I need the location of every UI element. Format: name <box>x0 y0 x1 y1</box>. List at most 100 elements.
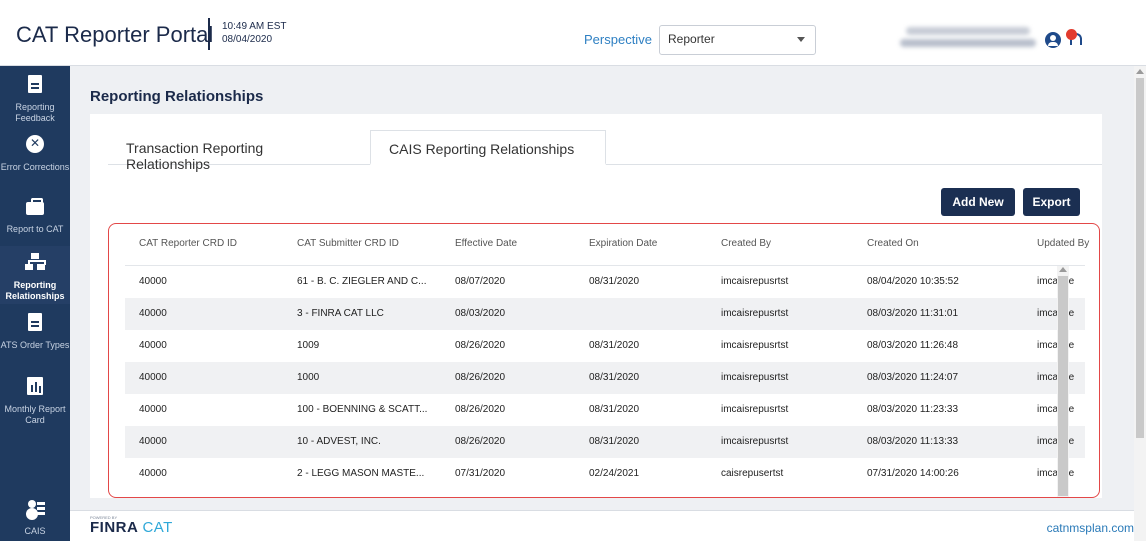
table-row[interactable]: 40000 1009 08/26/2020 08/31/2020 imcaisr… <box>125 330 1085 362</box>
document-icon <box>25 74 45 94</box>
brand-rest: Reporter Portal <box>57 22 214 47</box>
table-cell: 40000 <box>139 372 167 383</box>
column-header[interactable]: CAT Reporter CRD ID <box>139 238 237 249</box>
table-cell: caisrepusertst <box>721 468 784 479</box>
sidebar-item-report-to-cat[interactable]: Report to CAT <box>0 192 70 240</box>
sidebar-item-cais[interactable]: CAIS <box>0 494 70 540</box>
table-cell: 08/03/2020 11:26:48 <box>867 340 959 351</box>
table-row[interactable]: 40000 1000 08/26/2020 08/31/2020 imcaisr… <box>125 362 1085 394</box>
notification-dot <box>1066 29 1077 40</box>
table-cell: 61 - B. C. ZIEGLER AND C... <box>297 276 427 287</box>
finra-cat-logo: POWERED BY FINRA CAT <box>90 515 173 536</box>
table-cell: 40000 <box>139 276 167 287</box>
sidebar-item-label: Reporting Feedback <box>15 102 55 123</box>
users-icon <box>25 498 45 518</box>
clock-time: 10:49 AM EST <box>222 21 287 32</box>
column-header[interactable]: CAT Submitter CRD ID <box>297 238 399 249</box>
column-header[interactable]: Updated By <box>1037 238 1089 249</box>
table-cell: 07/31/2020 14:00:26 <box>867 468 959 479</box>
table-cell: 08/31/2020 <box>589 404 640 415</box>
table-cell: 07/31/2020 <box>455 468 506 479</box>
perspective-select[interactable]: Reporter <box>659 25 816 55</box>
bell-icon[interactable] <box>1066 29 1086 49</box>
export-button[interactable]: Export <box>1023 188 1080 216</box>
sidebar-item-label: CAIS <box>24 526 46 536</box>
table-row[interactable]: 40000 100 - BOENNING & SCATT... 08/26/20… <box>125 394 1085 426</box>
sidebar-item-label: ATS Order Types <box>0 340 70 350</box>
table-cell: 08/26/2020 <box>455 340 506 351</box>
table-row[interactable]: 40000 2 - LEGG MASON MASTE... 07/31/2020… <box>125 458 1085 490</box>
sidebar-item-label: Monthly Report Card <box>4 404 66 425</box>
table-row[interactable]: 40000 61 - B. C. ZIEGLER AND C... 08/07/… <box>125 266 1085 298</box>
table-cell: 40000 <box>139 468 167 479</box>
table-cell: 08/26/2020 <box>455 404 506 415</box>
table-cell: imcaisrepusrtst <box>721 436 789 447</box>
page-scrollbar-thumb[interactable] <box>1136 78 1144 438</box>
table-cell: imcaisrepusrtst <box>721 372 789 383</box>
table-scrollbar-thumb[interactable] <box>1058 276 1068 496</box>
app-header: CAT Reporter Portal 10:49 AM EST 08/04/2… <box>0 0 1146 66</box>
table-cell: 08/03/2020 11:23:33 <box>867 404 959 415</box>
logo-cat: CAT <box>142 519 173 536</box>
content-card: Transaction Reporting Relationships CAIS… <box>90 114 1102 498</box>
table-cell: 3 - FINRA CAT LLC <box>297 308 384 319</box>
perspective-value: Reporter <box>668 32 715 46</box>
table-cell: imcaisrepusrtst <box>721 404 789 415</box>
tab-transaction-reporting-relationships[interactable]: Transaction Reporting Relationships <box>108 130 368 172</box>
user-info-redacted <box>900 25 1036 51</box>
table-row[interactable]: 40000 3 - FINRA CAT LLC 08/03/2020 imcai… <box>125 298 1085 330</box>
table-cell: 08/31/2020 <box>589 340 640 351</box>
footer: POWERED BY FINRA CAT catnmsplan.com <box>70 510 1134 541</box>
table-row[interactable]: 40000 10 - ADVEST, INC. 08/26/2020 08/31… <box>125 426 1085 458</box>
document-icon <box>25 312 45 332</box>
x-circle-icon <box>25 134 45 154</box>
table-cell: 40000 <box>139 340 167 351</box>
table-cell: 08/03/2020 11:24:07 <box>867 372 959 383</box>
chevron-down-icon <box>797 37 805 42</box>
page-title: Reporting Relationships <box>90 88 264 105</box>
tab-cais-reporting-relationships[interactable]: CAIS Reporting Relationships <box>370 130 606 165</box>
table-cell: 08/31/2020 <box>589 436 640 447</box>
sidebar-item-monthly-report-card[interactable]: Monthly Report Card <box>0 372 70 430</box>
briefcase-icon <box>25 196 45 216</box>
table-cell: imcaisrepusrtst <box>721 308 789 319</box>
app-title[interactable]: CAT Reporter Portal <box>16 22 213 48</box>
table-cell: 100 - BOENNING & SCATT... <box>297 404 428 415</box>
sidebar-item-ats-order-types[interactable]: ATS Order Types <box>0 308 70 366</box>
catnmsplan-link[interactable]: catnmsplan.com <box>1047 521 1134 535</box>
scroll-up-icon[interactable] <box>1059 267 1067 272</box>
table-cell: 08/07/2020 <box>455 276 506 287</box>
table-header: CAT Reporter CRD ID CAT Submitter CRD ID… <box>125 224 1089 266</box>
sidebar-item-error-corrections[interactable]: Error Corrections <box>0 130 70 184</box>
table-cell: 08/04/2020 10:35:52 <box>867 276 959 287</box>
sidebar-item-label: Reporting Relationships <box>5 280 65 301</box>
sidebar-item-reporting-relationships[interactable]: Reporting Relationships <box>0 246 70 304</box>
brand-cat: CAT <box>16 22 58 47</box>
table-cell: 08/03/2020 11:31:01 <box>867 308 959 319</box>
main-content: Reporting Relationships Transaction Repo… <box>70 66 1134 541</box>
table-cell: 08/31/2020 <box>589 276 640 287</box>
sidebar: Reporting Feedback Error Corrections Rep… <box>0 66 70 541</box>
column-header[interactable]: Effective Date <box>455 238 517 249</box>
page-scrollbar[interactable] <box>1134 66 1146 541</box>
column-header[interactable]: Created By <box>721 238 771 249</box>
table-scrollbar[interactable] <box>1057 266 1069 497</box>
table-cell: 02/24/2021 <box>589 468 640 479</box>
perspective-label: Perspective <box>584 32 652 47</box>
clock: 10:49 AM EST 08/04/2020 <box>222 20 286 46</box>
table-cell: 08/03/2020 11:13:33 <box>867 436 959 447</box>
table-cell: 08/26/2020 <box>455 372 506 383</box>
add-new-button[interactable]: Add New <box>941 188 1015 216</box>
table-cell: 10 - ADVEST, INC. <box>297 436 381 447</box>
user-circle-icon[interactable] <box>1045 32 1061 48</box>
table-cell: imcaisrepusrtst <box>721 340 789 351</box>
column-header[interactable]: Created On <box>867 238 919 249</box>
logo-finra: FINRA <box>90 519 138 536</box>
table-cell: 1009 <box>297 340 320 351</box>
sidebar-item-reporting-feedback[interactable]: Reporting Feedback <box>0 70 70 126</box>
table-cell: 40000 <box>139 436 167 447</box>
column-header[interactable]: Expiration Date <box>589 238 657 249</box>
relationships-table: CAT Reporter CRD ID CAT Submitter CRD ID… <box>108 223 1100 498</box>
scroll-up-icon[interactable] <box>1136 69 1144 74</box>
tab-bar: Transaction Reporting Relationships CAIS… <box>108 130 1102 172</box>
